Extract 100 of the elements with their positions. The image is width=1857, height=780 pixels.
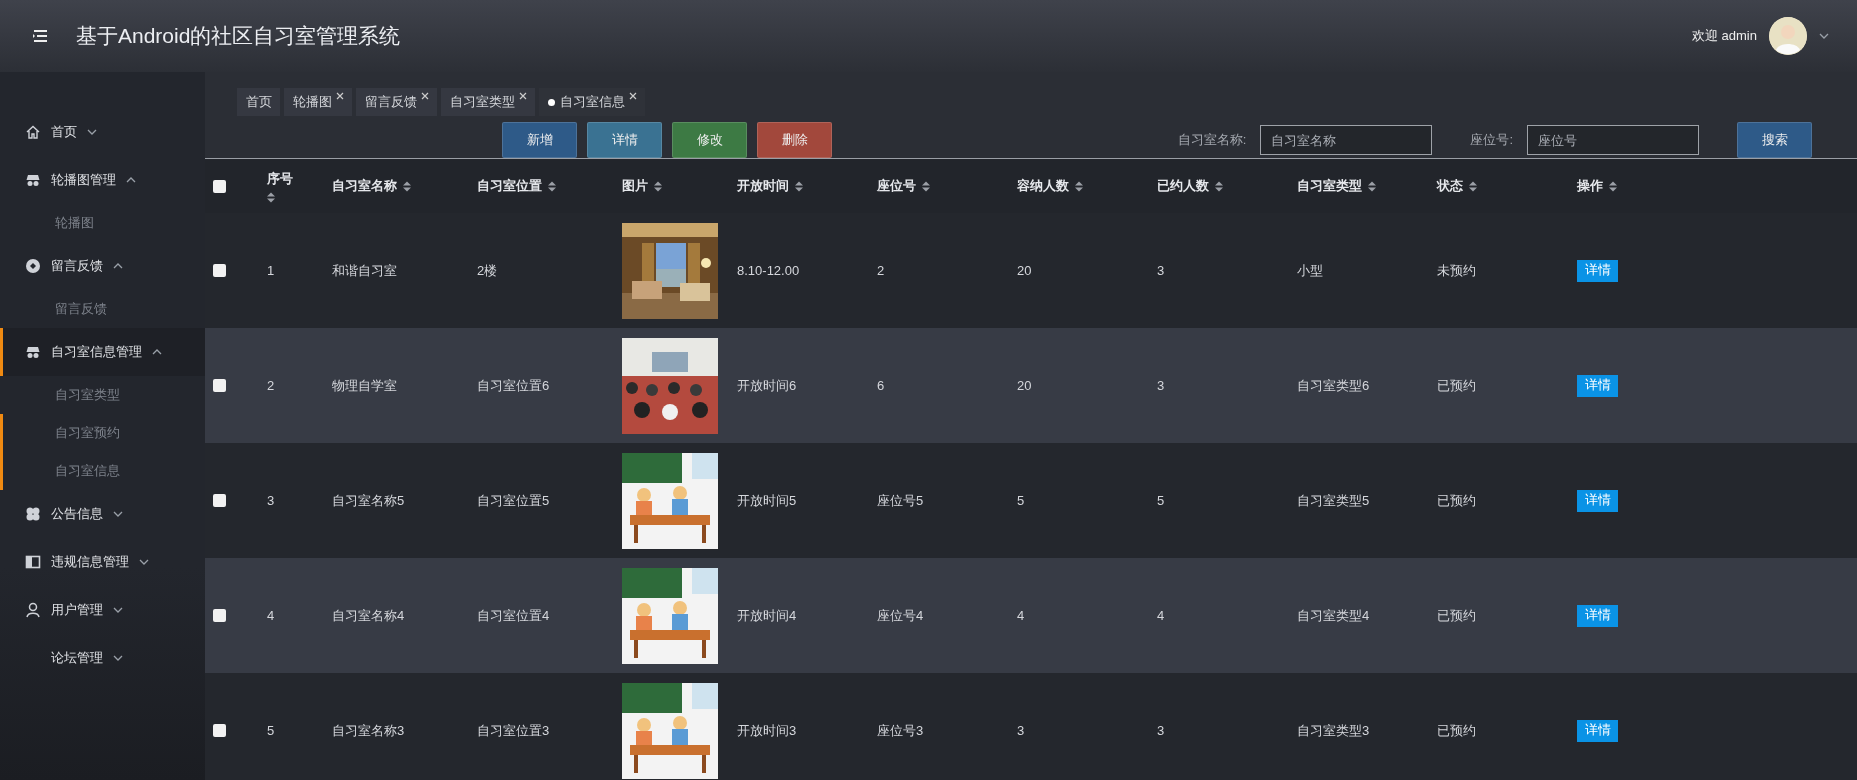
table-cell: 3: [267, 493, 275, 508]
table-cell: 开放时间6: [737, 376, 797, 395]
table-cell: 自习室类型5: [1297, 491, 1370, 510]
sort-icon[interactable]: [267, 191, 275, 203]
sort-icon[interactable]: [922, 180, 930, 192]
table-cell: 座位号3: [877, 721, 924, 740]
sort-icon[interactable]: [1469, 180, 1477, 192]
action-button[interactable]: 修改: [672, 122, 747, 158]
close-icon[interactable]: [519, 92, 527, 100]
table-cell: 已预约: [1437, 491, 1476, 510]
table-cell: 3: [1017, 723, 1025, 738]
sidebar-item[interactable]: 公告信息: [0, 490, 205, 538]
active-dot-icon: [548, 98, 555, 106]
welcome-text: 欢迎 admin: [1691, 27, 1757, 45]
column-header: 自习室名称: [332, 177, 397, 195]
table-cell: 和谐自习室: [332, 261, 397, 280]
sidebar-label: 公告信息: [51, 505, 103, 523]
sidebar-item[interactable]: 用户管理: [0, 586, 205, 634]
chevron-icon: [139, 559, 149, 565]
table-cell: 2: [877, 263, 885, 278]
field-label: 座位号:: [1470, 131, 1513, 149]
action-button[interactable]: 删除: [757, 122, 832, 158]
close-icon[interactable]: [421, 92, 429, 100]
tab[interactable]: 首页: [237, 88, 280, 116]
sort-icon[interactable]: [1075, 180, 1083, 192]
checkbox[interactable]: [213, 724, 226, 737]
sidebar-label: 留言反馈: [51, 257, 103, 275]
sidebar-subitem[interactable]: 轮播图: [0, 204, 205, 242]
sidebar-label: 违规信息管理: [51, 553, 129, 571]
tab-label: 轮播图: [293, 93, 332, 111]
table-cell: 5: [1017, 493, 1025, 508]
panel-icon: [25, 554, 41, 570]
table-cell: 物理自学室: [332, 376, 397, 395]
table-cell: 20: [1017, 263, 1032, 278]
checkbox[interactable]: [213, 179, 226, 193]
column-header: 开放时间: [737, 177, 789, 195]
sort-icon[interactable]: [548, 180, 556, 192]
table-cell: 3: [1157, 378, 1165, 393]
table-cell: 自习室位置6: [477, 376, 550, 395]
sidebar-label: 轮播图管理: [51, 171, 116, 189]
tab-label: 首页: [246, 93, 272, 111]
checkbox[interactable]: [213, 379, 226, 392]
menu-icon[interactable]: [32, 30, 48, 42]
chevron-icon: [113, 655, 123, 661]
chevron-icon: [113, 263, 123, 269]
sidebar-item[interactable]: 轮播图管理: [0, 156, 205, 204]
chevron-icon: [87, 129, 97, 135]
checkbox[interactable]: [213, 609, 226, 622]
close-icon[interactable]: [336, 92, 344, 100]
column-header: 序号: [267, 169, 293, 188]
sidebar-item[interactable]: 首页: [0, 108, 205, 156]
checkbox[interactable]: [213, 494, 226, 507]
table-cell: 已预约: [1437, 721, 1476, 740]
search-field[interactable]: 自习室名称: [1260, 125, 1433, 155]
search-field[interactable]: 座位号: [1527, 125, 1699, 155]
search-button[interactable]: 搜索: [1737, 122, 1812, 158]
column-header: 自习室位置: [477, 177, 542, 195]
table-cell: 4: [1017, 608, 1025, 623]
tab[interactable]: 自习室信息: [539, 88, 645, 116]
chevron-icon: [113, 511, 123, 517]
sort-icon[interactable]: [795, 180, 803, 192]
sidebar-item[interactable]: 违规信息管理: [0, 538, 205, 586]
tab-label: 自习室信息: [560, 93, 625, 111]
table-cell: 5: [1157, 493, 1165, 508]
table-cell: 开放时间3: [737, 721, 797, 740]
table-cell: 自习室位置3: [477, 721, 550, 740]
table-cell: 座位号5: [877, 491, 924, 510]
tab[interactable]: 轮播图: [284, 88, 352, 116]
table-cell: 开放时间4: [737, 606, 797, 625]
sidebar-item[interactable]: 自习室信息管理: [0, 328, 205, 376]
table-cell: 4: [267, 608, 275, 623]
sidebar-item[interactable]: 论坛管理: [0, 634, 205, 682]
disc-icon: [25, 258, 41, 274]
close-icon[interactable]: [629, 92, 637, 100]
chevron-icon: [126, 177, 136, 183]
field-label: 自习室名称:: [1177, 131, 1247, 149]
action-button[interactable]: 详情: [587, 122, 662, 158]
sort-icon[interactable]: [654, 180, 662, 192]
table-cell: 4: [1157, 608, 1165, 623]
sort-icon[interactable]: [1368, 180, 1376, 192]
table-cell: 8.10-12.00: [737, 263, 800, 278]
checkbox[interactable]: [213, 264, 226, 277]
tab[interactable]: 留言反馈: [356, 88, 437, 116]
avatar-icon[interactable]: [1769, 17, 1807, 55]
table-cell: 3: [1157, 263, 1165, 278]
sort-icon[interactable]: [1215, 180, 1223, 192]
table-cell: 小型: [1297, 261, 1323, 280]
table-cell: 开放时间5: [737, 491, 797, 510]
table-cell: 自习室位置4: [477, 606, 550, 625]
chevron-icon: [113, 607, 123, 613]
sidebar-subitem[interactable]: 留言反馈: [0, 290, 205, 328]
sort-icon[interactable]: [1609, 180, 1617, 192]
table-cell: 自习室位置5: [477, 491, 550, 510]
sidebar-label: 用户管理: [51, 601, 103, 619]
sort-icon[interactable]: [403, 180, 411, 192]
sidebar-subitem[interactable]: 自习室类型: [0, 376, 205, 414]
sidebar-item[interactable]: 留言反馈: [0, 242, 205, 290]
action-button[interactable]: 新增: [502, 122, 577, 158]
table-cell: 未预约: [1437, 261, 1476, 280]
tab[interactable]: 自习室类型: [441, 88, 535, 116]
